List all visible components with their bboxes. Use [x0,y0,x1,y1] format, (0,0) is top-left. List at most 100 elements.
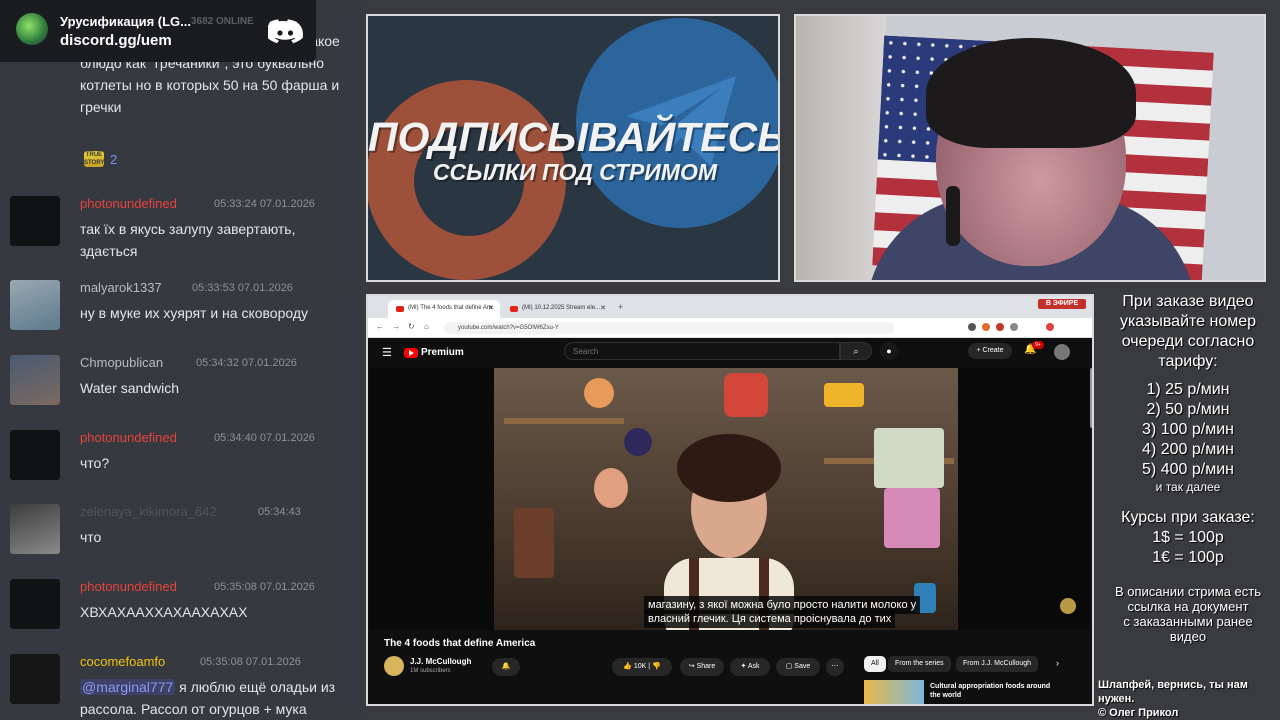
stream-layout: тоже фарш добавляют, у нас есть такое бл… [0,0,1280,720]
shelf [504,418,624,424]
search-icon[interactable]: ⌕ [840,342,872,360]
share-button[interactable]: ↪ Share [680,658,724,676]
toy [594,468,628,508]
message-text: что [80,529,102,545]
notification-count: 9+ [1032,341,1044,349]
message-reaction[interactable]: TRUE STORY 2 [80,148,132,170]
url-field[interactable]: youtube.com/watch?v=G5OIW6Zsu-Y [444,322,894,334]
close-tab-icon[interactable]: ✕ [488,304,494,312]
order-instruction: При заказе видео указывайте номер очеред… [1100,292,1276,372]
discord-chat: тоже фарш добавляют, у нас есть такое бл… [0,0,362,720]
recommended-thumbnail[interactable] [864,680,924,704]
account-avatar[interactable] [1054,344,1070,360]
message-timestamp: 05:33:24 07.01.2026 [214,198,315,210]
streamer-hair [926,38,1136,148]
video-player[interactable]: магазину, з якої можна було просто налит… [370,368,1090,630]
order-info: При заказе видео указывайте номер очеред… [1100,292,1276,644]
new-tab-icon[interactable]: + [618,302,623,312]
toy [824,383,864,407]
girl-avatar-icon[interactable] [10,504,60,554]
back-icon[interactable]: ← [376,322,384,331]
helmet-avatar-icon[interactable] [10,654,60,704]
scrollbar[interactable] [1090,368,1092,428]
tariff-item: 5) 400 р/мин [1142,461,1234,478]
message-author[interactable]: Chmopublican [80,355,163,370]
message-author[interactable]: zelenaya_kikimora_642 [80,504,217,519]
browser-tab-active[interactable]: (MI) The 4 foods that define Am ✕ [388,300,500,318]
rat-avatar-icon[interactable] [10,280,60,330]
subscribe-promo-panel: ПОДПИСЫВАЙТЕСЬ ССЫЛКИ ПОД СТРИМОМ [366,14,780,282]
extension-icon[interactable] [982,323,990,331]
note-line: видео [1169,629,1207,644]
note-line: В описании стрима есть [1114,584,1262,599]
recommended-title[interactable]: Cultural appropriation foods around the … [930,682,1062,700]
message-timestamp: 05:35:08 07.01.2026 [200,656,301,668]
suit-avatar-icon[interactable] [10,355,60,405]
extension-icon[interactable] [968,323,976,331]
chip-from-series[interactable]: From the series [888,656,951,672]
ask-button[interactable]: ✦ Ask [730,658,770,676]
rates-title: Курсы при заказе: [1121,509,1255,526]
message-author[interactable]: photonundefined [80,430,177,445]
chip-from-channel[interactable]: From J.J. McCullough [956,656,1039,672]
reaction-count: 2 [110,151,118,167]
channel-name[interactable]: J.J. McCullough [410,657,471,666]
info-line: очереди согласно [1121,333,1255,350]
message-timestamp: 05:34:43 [258,506,301,518]
hamburger-menu-icon[interactable]: ☰ [382,346,392,359]
like-button[interactable]: 👍 10K | 👎 [612,658,672,676]
reload-icon[interactable]: ↻ [408,322,415,331]
mask-avatar-icon[interactable] [10,579,60,629]
channel-avatar[interactable] [384,656,404,676]
message-author[interactable]: photonundefined [80,579,177,594]
create-button[interactable]: + Create [968,343,1012,359]
save-label: Save [794,663,811,670]
tab-title: (MI) 10.12.2025 Stream ele... [522,305,601,311]
user-mention[interactable]: @marginal777 [80,679,176,695]
message-text: @marginal777 я люблю ещё оладьи из рассо… [80,676,356,720]
youtube-header: ☰ Premium Search ⌕ ● + Create 🔔 9+ [368,338,1090,366]
youtube-logo-icon[interactable] [404,348,418,358]
address-bar: ← → ↻ ⌂ youtube.com/watch?v=G5OIW6Zsu-Y [368,318,1092,338]
youtube-favicon-icon [510,306,518,312]
toy [884,488,940,548]
message-text: ну в муке их хуярят и на сковороду [80,305,309,321]
rate-item: 1$ = 100р [1152,529,1224,546]
video-info: The 4 foods that define America J.J. McC… [368,630,1090,704]
microphone-icon[interactable]: ● [880,342,898,360]
toy [514,508,554,578]
message-author[interactable]: malyarok1337 [80,280,162,295]
mask-avatar-icon[interactable] [10,196,60,246]
youtube-premium-label[interactable]: Premium [421,347,464,358]
profile-icon[interactable] [1046,323,1054,331]
toy [724,373,768,417]
search-input[interactable]: Search [564,342,840,360]
webcam-feed [794,14,1266,282]
true-story-emoji-icon: TRUE STORY [84,151,105,167]
mask-avatar-icon[interactable] [10,430,60,480]
browser-tab[interactable]: (MI) 10.12.2025 Stream ele... ✕ [502,300,612,318]
extension-icon[interactable] [996,323,1004,331]
message-author[interactable]: cocomefoamfo [80,654,165,669]
promo-subline: ССЫЛКИ ПОД СТРИМОМ [432,159,718,185]
message-author[interactable]: photonundefined [80,196,177,211]
chevron-right-icon[interactable]: › [1056,658,1059,668]
subscribe-bell-icon[interactable]: 🔔 [492,658,520,676]
discord-server-banner[interactable]: Урусификация (LG... 3682 ONLINE discord.… [0,0,316,62]
forward-icon[interactable]: → [392,322,400,331]
save-button[interactable]: ▢ Save [776,658,820,676]
chip-all[interactable]: All [864,656,886,672]
close-tab-icon[interactable]: ✕ [600,304,606,312]
extension-icon[interactable] [1010,323,1018,331]
more-actions-icon[interactable]: ⋯ [826,658,844,676]
promo-headline: ПОДПИСЫВАЙТЕСЬ [368,114,780,160]
subtitle-line-2: власний глечик. Ця система проіснувала д… [644,610,896,628]
channel-watermark-icon[interactable] [1060,598,1076,614]
home-icon[interactable]: ⌂ [424,322,429,331]
tariff-more: и так далее [1155,480,1221,494]
info-line: При заказе видео [1122,293,1254,310]
footer-credit: Шлапфей, вернись, ты нам нужен. © Олег П… [1098,678,1280,720]
invite-link[interactable]: discord.gg/uem [60,32,172,49]
footer-line: © Олег Прикол [1098,707,1179,719]
live-badge: В ЭФИРЕ [1038,299,1086,309]
